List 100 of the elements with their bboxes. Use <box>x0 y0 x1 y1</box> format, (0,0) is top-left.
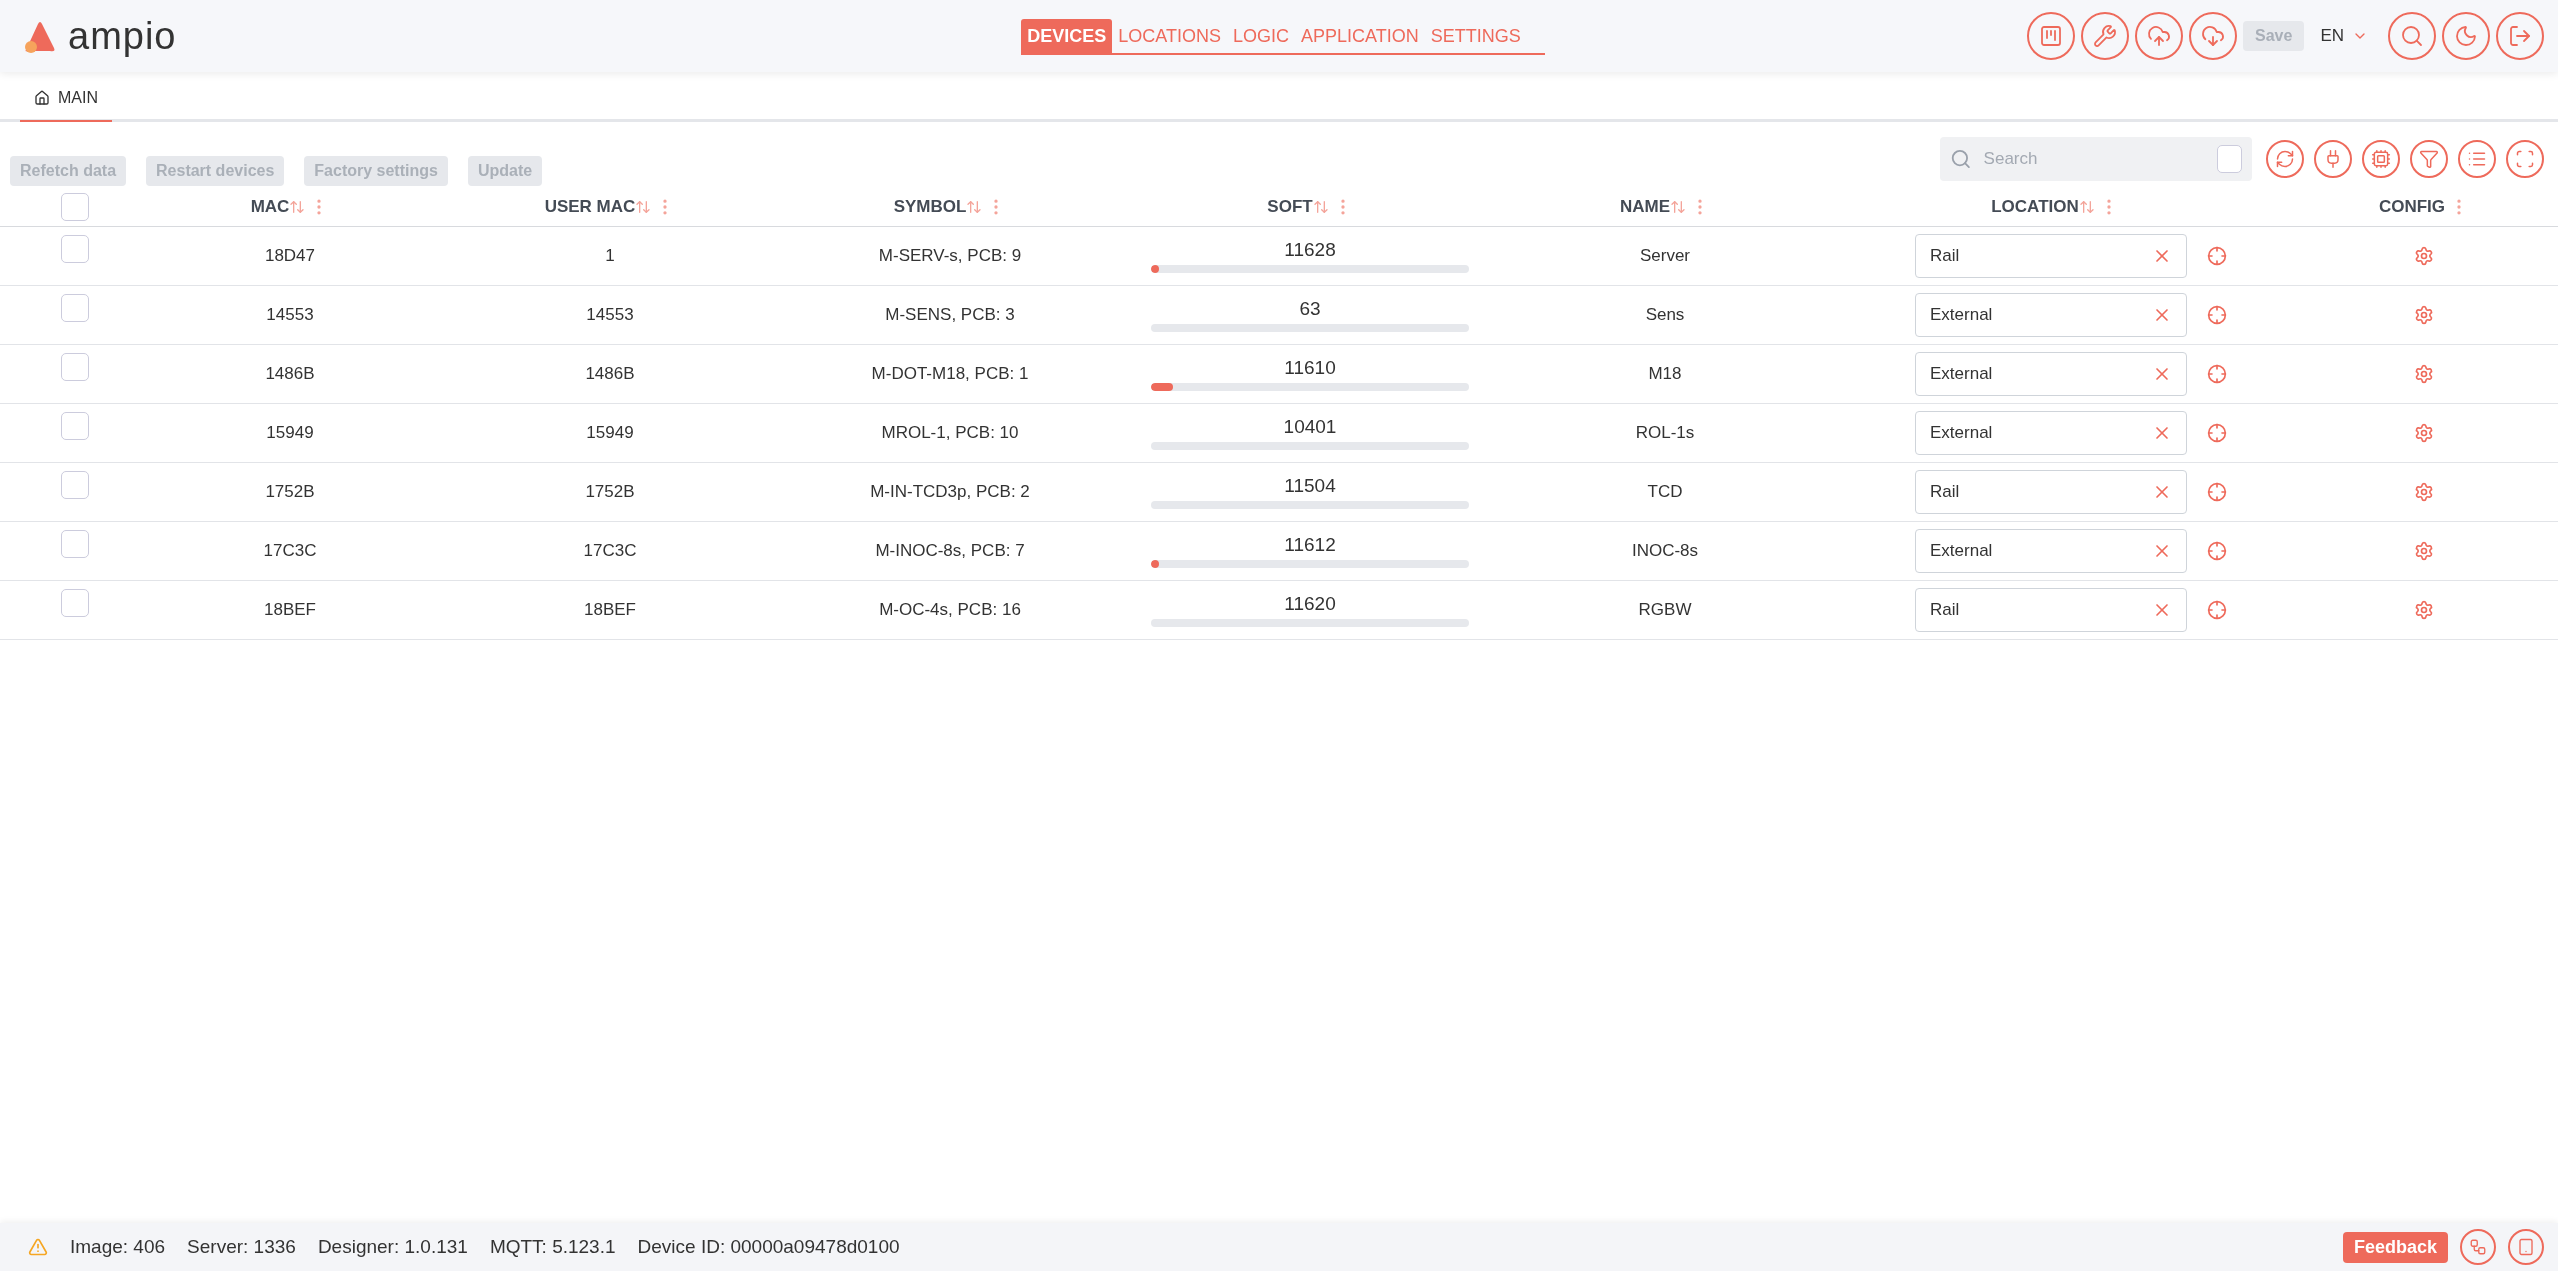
row-checkbox[interactable] <box>61 235 89 263</box>
sort-icon[interactable] <box>635 199 652 215</box>
table-cell-text: 1752B <box>264 482 316 502</box>
cloud-upload-button[interactable] <box>2135 12 2183 60</box>
list-icon <box>2467 149 2487 169</box>
soft-version: 11612 <box>1284 534 1336 556</box>
status-text: Image: 406 <box>70 1236 166 1258</box>
nav-tab[interactable]: SETTINGS <box>1424 19 1527 53</box>
settings-icon <box>2414 305 2434 325</box>
location-field[interactable]: External <box>1915 293 2187 337</box>
logout-button[interactable] <box>2496 12 2544 60</box>
flow-button[interactable] <box>2460 1229 2496 1265</box>
column-header: LOCATION <box>1991 197 2079 217</box>
table-cell-text: 18BEF <box>583 600 637 620</box>
tablet-icon <box>2517 1238 2535 1256</box>
table-cell-text: 15949 <box>585 423 635 443</box>
location-field[interactable]: Rail <box>1915 234 2187 278</box>
warning-icon <box>28 1237 48 1257</box>
cloud-download-button[interactable] <box>2189 12 2237 60</box>
row-checkbox[interactable] <box>61 471 89 499</box>
locate-button[interactable] <box>2207 541 2227 561</box>
locate-button[interactable] <box>2207 364 2227 384</box>
page-tab[interactable]: MAIN <box>20 75 112 122</box>
row-checkbox[interactable] <box>61 530 89 558</box>
table-cell-text: TCD <box>1646 482 1684 502</box>
config-button[interactable] <box>2414 305 2434 325</box>
status-text: Designer: 1.0.131 <box>317 1236 468 1258</box>
locate-button[interactable] <box>2207 600 2227 620</box>
soft-version: 11610 <box>1284 357 1336 379</box>
row-checkbox[interactable] <box>61 589 89 617</box>
locate-button[interactable] <box>2207 482 2227 502</box>
board-button[interactable] <box>2027 12 2075 60</box>
location-field[interactable]: External <box>1915 529 2187 573</box>
plug-button[interactable] <box>2314 140 2352 178</box>
refresh-button[interactable] <box>2266 140 2304 178</box>
table-cell-text: M-SENS, PCB: 3 <box>884 305 1016 325</box>
flow-icon <box>2469 1238 2487 1256</box>
crosshair-icon <box>2207 305 2227 325</box>
config-button[interactable] <box>2414 423 2434 443</box>
theme-button[interactable] <box>2442 12 2490 60</box>
table-cell-text: 1486B <box>584 364 636 384</box>
config-button[interactable] <box>2414 246 2434 266</box>
sort-icon[interactable] <box>966 199 983 215</box>
location-field[interactable]: Rail <box>1915 470 2187 514</box>
table-cell-text: 14553 <box>265 305 315 325</box>
sort-icon[interactable] <box>2078 199 2095 215</box>
config-button[interactable] <box>2414 364 2434 384</box>
sort-icon[interactable] <box>1670 199 1687 215</box>
table-cell-text: M-INOC-8s, PCB: 7 <box>874 541 1026 561</box>
tablet-button[interactable] <box>2508 1229 2544 1265</box>
locate-button[interactable] <box>2207 246 2227 266</box>
config-button[interactable] <box>2414 482 2434 502</box>
search-button[interactable] <box>2388 12 2436 60</box>
table-cell-text: MROL-1, PCB: 10 <box>880 423 1020 443</box>
search-input[interactable]: Search <box>1981 148 2207 170</box>
locate-button[interactable] <box>2207 305 2227 325</box>
crosshair-icon <box>2207 246 2227 266</box>
list-button[interactable] <box>2458 140 2496 178</box>
language-select[interactable]: EN <box>2310 26 2382 46</box>
column-header: SOFT <box>1267 197 1313 217</box>
table-cell-text: 1752B <box>584 482 636 502</box>
config-button[interactable] <box>2414 600 2434 620</box>
crosshair-icon <box>2207 482 2227 502</box>
nav-tab[interactable]: LOGIC <box>1227 19 1295 53</box>
nav-tab[interactable]: LOCATIONS <box>1112 19 1227 53</box>
table-cell-text: Sens <box>1644 305 1686 325</box>
locate-button[interactable] <box>2207 423 2227 443</box>
settings-icon <box>2414 541 2434 561</box>
location-field[interactable]: External <box>1915 352 2187 396</box>
chip-button[interactable] <box>2362 140 2400 178</box>
refresh-icon <box>2275 149 2295 169</box>
select-all-checkbox[interactable] <box>61 193 89 221</box>
feedback-button[interactable]: Feedback <box>2342 1231 2448 1263</box>
cloud-upload-icon <box>2147 24 2171 48</box>
table-cell-text: 14553 <box>585 305 635 325</box>
tools-icon <box>2093 24 2117 48</box>
nav-tab[interactable]: DEVICES <box>1021 19 1113 53</box>
search-field[interactable]: Search <box>1940 137 2252 181</box>
fullscreen-button[interactable] <box>2506 140 2544 178</box>
row-checkbox[interactable] <box>61 412 89 440</box>
nav-tab[interactable]: APPLICATION <box>1295 19 1425 53</box>
soft-version: 63 <box>1299 298 1321 320</box>
config-button[interactable] <box>2414 541 2434 561</box>
table-cell-text: 1486B <box>264 364 316 384</box>
location-field[interactable]: External <box>1915 411 2187 455</box>
row-checkbox[interactable] <box>61 294 89 322</box>
sort-icon[interactable] <box>289 199 306 215</box>
filter-button[interactable] <box>2410 140 2448 178</box>
sort-icon[interactable] <box>1312 199 1329 215</box>
filter-icon <box>2419 149 2439 169</box>
location-field[interactable]: Rail <box>1915 588 2187 632</box>
search-checkbox[interactable] <box>2216 145 2242 173</box>
tools-button[interactable] <box>2081 12 2129 60</box>
settings-icon <box>2414 482 2434 502</box>
table-cell-text: 18D47 <box>263 246 317 266</box>
crosshair-icon <box>2207 541 2227 561</box>
row-checkbox[interactable] <box>61 353 89 381</box>
search-icon <box>1950 147 1972 171</box>
table-cell-text: 17C3C <box>582 541 638 561</box>
logout-icon <box>2508 24 2532 48</box>
